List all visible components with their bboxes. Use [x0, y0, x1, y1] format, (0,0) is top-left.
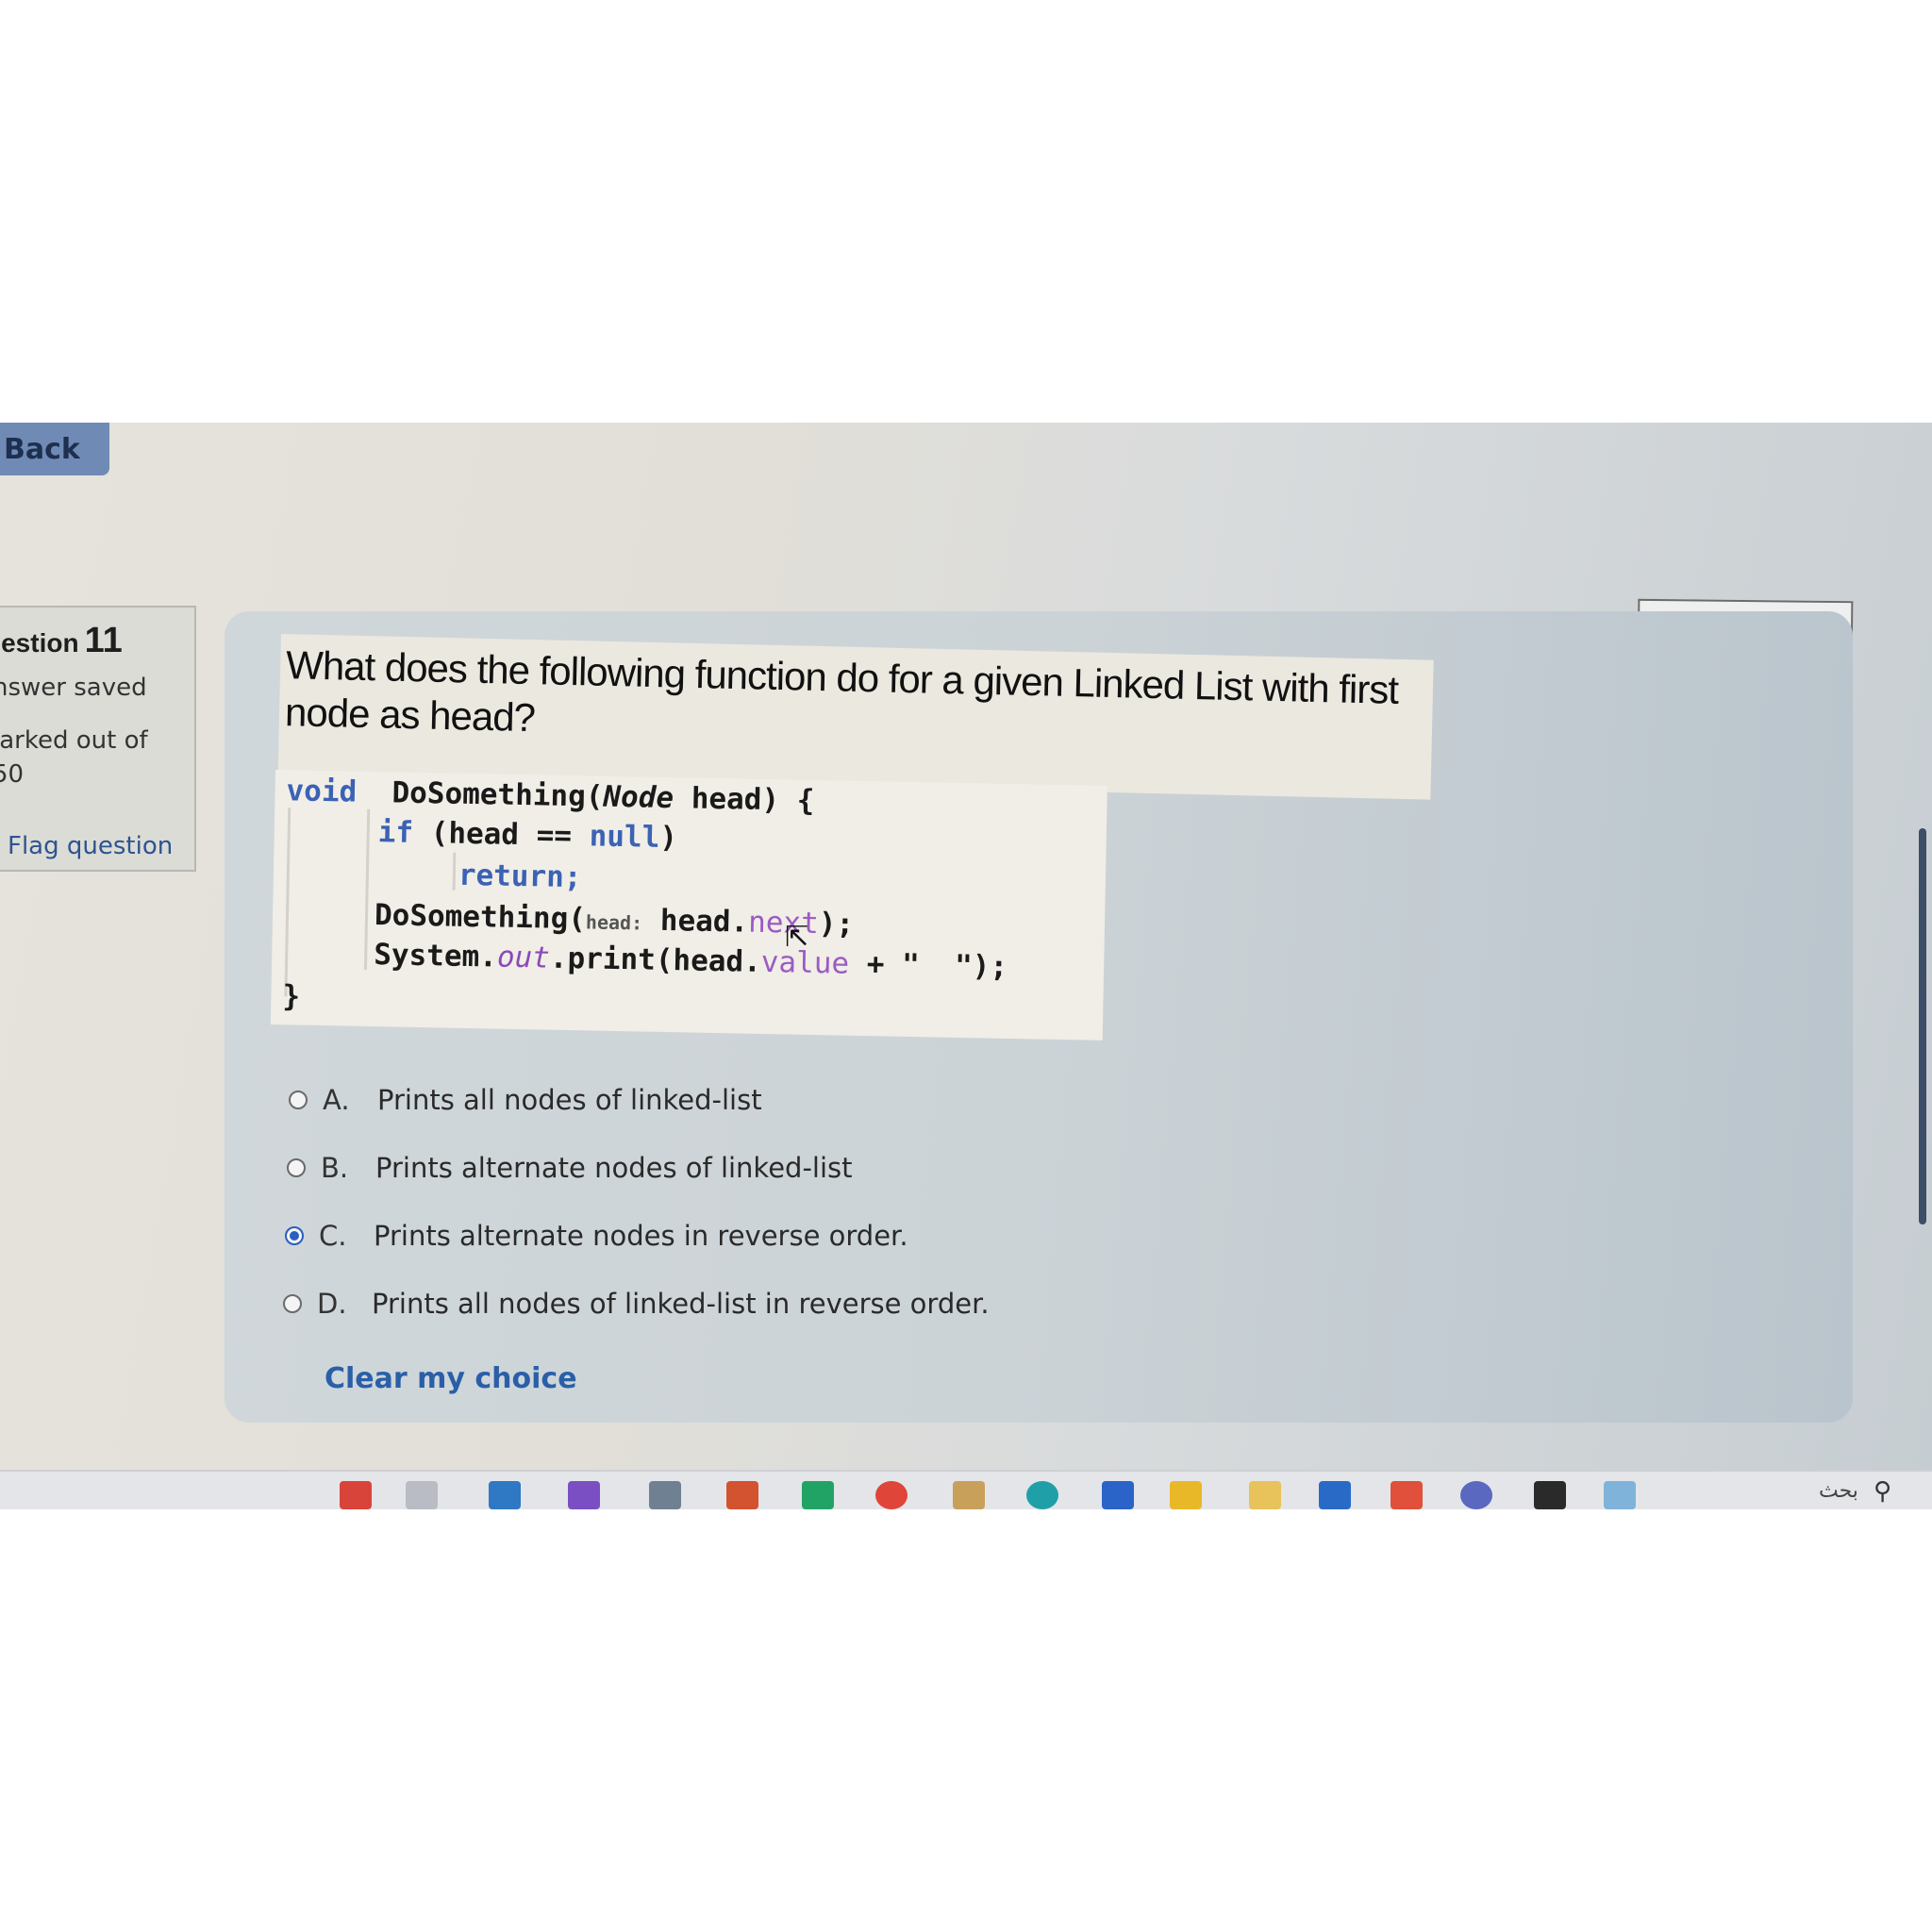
param-type: Node: [603, 779, 675, 816]
option-letter: A.: [323, 1084, 350, 1116]
radio-checked-icon[interactable]: [285, 1226, 304, 1245]
marked-out-of-label: larked out of: [0, 726, 148, 755]
indent-guide: [284, 808, 291, 997]
code-line-6: }: [282, 979, 301, 1014]
back-button[interactable]: Back: [0, 423, 109, 475]
mail-icon[interactable]: [489, 1481, 521, 1509]
screen: Back uestion11 nswer saved larked out of…: [0, 423, 1932, 1509]
code-line-5: System.out.print(head.value + " ");: [374, 938, 1008, 984]
option-a[interactable]: A. Prints all nodes of linked-list: [289, 1081, 762, 1119]
option-letter: C.: [319, 1220, 347, 1252]
function-name: DoSomething(: [391, 775, 604, 814]
taskbar: بحث ⚲: [0, 1470, 1932, 1509]
indent-guide: [363, 808, 371, 970]
keyword-return: return;: [458, 858, 582, 895]
code-block: void DoSomething(Node head) { if (head =…: [270, 770, 1108, 1041]
radio-icon[interactable]: [289, 1091, 308, 1109]
excel-icon[interactable]: [802, 1481, 834, 1509]
keyword-null: null: [589, 819, 660, 855]
points-value: 50: [0, 760, 25, 789]
option-text: Prints alternate nodes in reverse order.: [374, 1220, 908, 1252]
keyword-if: if: [377, 815, 414, 850]
question-number-value: 11: [84, 621, 123, 660]
app-icon[interactable]: [1391, 1481, 1423, 1509]
option-letter: B.: [321, 1152, 349, 1184]
store-icon[interactable]: [953, 1481, 985, 1509]
code-line-4: DoSomething(head: head.next);: [375, 898, 855, 941]
option-letter: D.: [317, 1288, 347, 1320]
option-text: Prints all nodes of linked-list in rever…: [372, 1288, 990, 1320]
teams-icon[interactable]: [1460, 1481, 1492, 1509]
flag-question-link[interactable]: Flag question: [8, 832, 173, 860]
print-end: + " ");: [848, 946, 1008, 984]
keyword-void: void: [286, 774, 358, 809]
print-call: .print(head.: [549, 941, 762, 979]
notes-icon[interactable]: [1604, 1481, 1636, 1509]
code-line-2: if (head == null): [377, 815, 677, 855]
question-number: uestion11: [0, 621, 123, 661]
python-icon[interactable]: [1170, 1481, 1202, 1509]
calculator-icon[interactable]: [649, 1481, 681, 1509]
answer-status: nswer saved: [0, 674, 147, 702]
param-hint: head:: [585, 910, 643, 935]
terminal-icon[interactable]: [1534, 1481, 1566, 1509]
field-out: out: [496, 940, 551, 975]
chrome-icon[interactable]: [875, 1481, 908, 1509]
recursive-call: DoSomething(: [374, 898, 587, 937]
call-arg: head.: [641, 903, 749, 940]
system-ref: System.: [373, 938, 498, 974]
param-rest: head) {: [673, 781, 815, 818]
condition: (head ==: [412, 815, 591, 854]
question-info-panel: uestion11 nswer saved larked out of 50 F…: [0, 606, 196, 872]
condition-end: ): [658, 820, 678, 856]
call-end: );: [818, 907, 855, 941]
taskbar-search-label[interactable]: بحث: [1819, 1479, 1858, 1503]
radio-icon[interactable]: [283, 1294, 302, 1313]
back-button-label: Back: [4, 432, 80, 466]
option-text: Prints all nodes of linked-list: [377, 1084, 762, 1116]
scrollbar[interactable]: [1919, 828, 1926, 1224]
option-b[interactable]: B. Prints alternate nodes of linked-list: [287, 1149, 853, 1187]
indent-guide: [452, 852, 457, 891]
search-icon[interactable]: ⚲: [1874, 1477, 1891, 1506]
windows-store-icon[interactable]: [1319, 1481, 1351, 1509]
powerpoint-icon[interactable]: [726, 1481, 758, 1509]
folder-icon[interactable]: [1249, 1481, 1281, 1509]
question-label: uestion: [0, 628, 79, 658]
visual-studio-icon[interactable]: [568, 1481, 600, 1509]
option-c[interactable]: C. Prints alternate nodes in reverse ord…: [285, 1217, 908, 1255]
acrobat-icon[interactable]: [340, 1481, 372, 1509]
word-icon[interactable]: [1102, 1481, 1134, 1509]
code-line-1: void DoSomething(Node head) {: [286, 774, 815, 818]
code-line-3: return;: [458, 858, 582, 895]
radio-icon[interactable]: [287, 1158, 306, 1177]
clear-choice-link[interactable]: Clear my choice: [325, 1362, 577, 1395]
question-text: What does the following function do for …: [284, 642, 1399, 741]
option-d[interactable]: D. Prints all nodes of linked-list in re…: [283, 1285, 990, 1323]
option-text: Prints alternate nodes of linked-list: [375, 1152, 853, 1184]
edge-icon[interactable]: [1026, 1481, 1058, 1509]
apps-icon[interactable]: [406, 1481, 438, 1509]
mouse-cursor-icon: ⇱: [785, 921, 809, 954]
